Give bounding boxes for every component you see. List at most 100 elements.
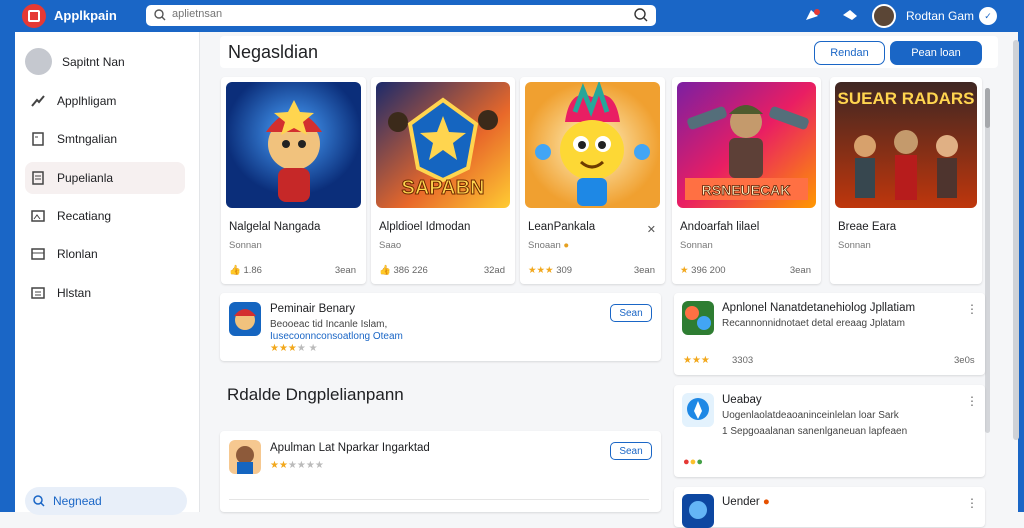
app-title: Peminair Benary	[270, 303, 356, 315]
app-rating-value: 3303	[732, 355, 754, 366]
game-rating-value: 1.86	[243, 265, 262, 276]
game-card[interactable]: SUEAR RADARS Breae Eara Sonnan	[830, 77, 982, 284]
shortcut-icon[interactable]	[840, 6, 860, 26]
sidebar-item-2[interactable]: Smtngalian	[25, 123, 185, 155]
search-bar[interactable]	[146, 5, 656, 26]
game-size: 32ad	[483, 265, 505, 276]
app-logo[interactable]	[22, 4, 46, 28]
app-list-item[interactable]: Apnlonel Nanatdetanehiolog Jpllatiam Rec…	[674, 293, 985, 375]
game-art-hero	[226, 82, 361, 208]
sidebar-item-1[interactable]: Applhligam	[25, 85, 185, 117]
app-size: 3e0s	[954, 355, 975, 366]
game-card[interactable]: RSNEUECAK Andoarfah lilael Sonnan ★ 396 …	[672, 77, 821, 284]
page-scrollbar[interactable]	[1013, 40, 1019, 440]
app-title: Apnlonel Nanatdetanehiolog Jpllatiam	[722, 302, 916, 314]
game-title: Breae Eara	[838, 221, 897, 233]
game-publisher: Snoaan ●	[528, 240, 570, 251]
more-options-icon[interactable]: ⋮	[966, 394, 978, 408]
game-rating-value: 396 200	[691, 265, 726, 276]
app-rating-stars: ★★★★★★	[270, 460, 324, 471]
profile-avatar	[25, 48, 52, 75]
game-art-squad: SUEAR RADARS	[835, 82, 977, 208]
app-description: Uogenlaolatdeaoaninceinlelan loar Sark	[722, 410, 899, 421]
game-title: LeanPankala	[528, 221, 596, 233]
sidebar-bottom-search[interactable]: Negnead	[25, 487, 187, 515]
image-icon	[31, 210, 45, 222]
carousel-scrollbar-thumb[interactable]	[985, 88, 990, 128]
notification-icon[interactable]	[802, 6, 822, 26]
app-badges: ●●●	[683, 456, 703, 468]
view-button[interactable]: Sean	[610, 304, 652, 322]
game-artwork	[226, 82, 361, 208]
game-publisher: Sonnan	[838, 240, 871, 251]
search-input[interactable]	[172, 8, 592, 20]
app-description-2: 1 Sepgoaalanan sanenlganeuan lapfeaen	[722, 426, 908, 437]
game-rating: ★ 396 200	[680, 265, 726, 276]
app-list-item[interactable]: Ueabay Uogenlaolatdeaoaninceinlelan loar…	[674, 385, 985, 477]
list-icon	[32, 171, 44, 185]
game-card[interactable]: SAPABN Alpldioel Idmodan Saao 👍 386 226 …	[371, 77, 515, 284]
app-title: Ueabay	[722, 394, 762, 406]
carousel-scrollbar[interactable]	[985, 88, 990, 433]
app-list-item[interactable]: Uender ● ⋮	[674, 487, 985, 528]
featured-app-card[interactable]: Peminair Benary Beooeac tid Incanle Isla…	[220, 293, 661, 361]
game-rating: 👍 1.86	[229, 265, 262, 276]
game-rating-value: 386 226	[393, 265, 428, 276]
search-submit-icon[interactable]	[634, 8, 648, 22]
sidebar-item-6[interactable]: Hlstan	[25, 277, 185, 309]
sidebar-item-label: Applhligam	[57, 94, 117, 108]
top-bar: Applkpain Rodtan Gam ✓	[0, 0, 1024, 32]
sidebar: Sapitnt Nan Applhligam Smtngalian Pupeli…	[15, 32, 200, 515]
app-icon	[682, 393, 714, 427]
app-icon	[229, 302, 261, 336]
sidebar-item-3[interactable]: Pupelianla	[25, 162, 185, 194]
secondary-button[interactable]: Rendan	[814, 41, 885, 65]
sidebar-bottom-label: Negnead	[53, 494, 102, 508]
search-icon	[154, 9, 166, 21]
view-button[interactable]: Sean	[610, 442, 652, 460]
game-card[interactable]: LeanPankala ✕ Snoaan ● ★★★ 309 3ean	[520, 77, 665, 284]
account-menu-icon[interactable]: ✓	[979, 7, 997, 25]
section-title: Rdalde Dngplelianpann	[227, 385, 404, 404]
app-icon	[682, 494, 714, 528]
logo-icon	[28, 10, 40, 22]
sidebar-item-4[interactable]: Recatiang	[25, 200, 185, 232]
game-size: 3ean	[789, 265, 811, 276]
sidebar-item-5[interactable]: Rlonlan	[25, 238, 185, 270]
primary-button[interactable]: Pean loan	[890, 41, 982, 65]
section-header: Negasldian Rendan Pean loan	[220, 36, 998, 68]
game-artwork: SUEAR RADARS	[835, 82, 977, 208]
featured-app-card[interactable]: Apulman Lat Nparkar Ingarktad ★★★★★★ Sea…	[220, 431, 661, 512]
game-title: Alpldioel Idmodan	[379, 221, 471, 233]
window-edge-left	[0, 32, 15, 512]
more-options-icon[interactable]: ⋮	[966, 302, 978, 316]
sidebar-item-label: Pupelianla	[57, 171, 114, 185]
sidebar-item-label: Rlonlan	[57, 247, 98, 261]
app-title: Apulman Lat Nparkar Ingarktad	[270, 442, 430, 454]
document-icon	[32, 132, 44, 146]
game-card[interactable]: Nalgelal Nangada Sonnan 👍 1.86 3ean	[221, 77, 366, 284]
sidebar-item-label: Recatiang	[57, 209, 112, 223]
sidebar-item-label: Smtngalian	[57, 132, 118, 146]
app-title: Uender ●	[722, 496, 770, 508]
game-rating: ★★★ 309	[528, 265, 573, 276]
user-name[interactable]: Rodtan Gam	[906, 9, 974, 23]
game-artwork: RSNEUECAK	[677, 82, 816, 208]
game-art-text: SUEAR RADARS	[838, 89, 975, 108]
app-icon	[229, 440, 261, 474]
divider	[229, 499, 649, 500]
more-options-icon[interactable]: ⋮	[966, 496, 978, 510]
game-rating-value: 309	[556, 265, 573, 276]
game-rating: 👍 386 226	[379, 265, 428, 276]
game-art-text: RSNEUECAK	[702, 182, 791, 198]
game-art-mascot	[525, 82, 660, 208]
user-avatar[interactable]	[872, 4, 896, 28]
app-icon	[682, 301, 714, 335]
sidebar-profile[interactable]: Sapitnt Nan	[25, 48, 125, 75]
game-art-shield: SAPABN	[376, 82, 510, 208]
game-artwork	[525, 82, 660, 208]
app-tags: Iusecoonnconsoatlong Oteam	[270, 331, 403, 342]
close-icon[interactable]: ✕	[647, 223, 656, 236]
trending-icon	[31, 95, 45, 107]
profile-name: Sapitnt Nan	[62, 54, 125, 69]
